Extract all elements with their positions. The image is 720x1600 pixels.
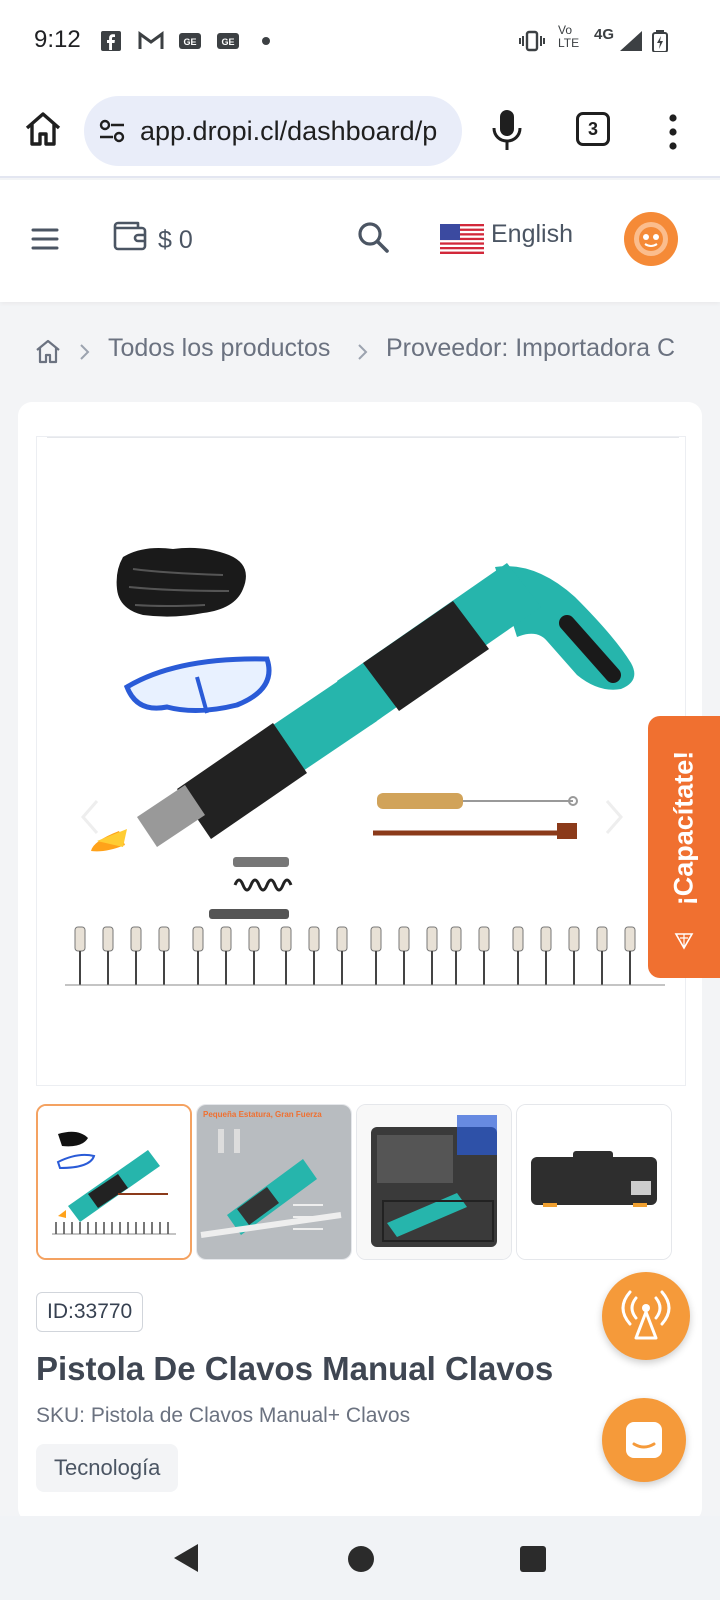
thumbnail-caption: Pequeña Estatura, Gran Fuerza — [203, 1110, 322, 1119]
tabs-icon[interactable]: 3 — [576, 112, 610, 146]
url-bar[interactable]: app.dropi.cl/dashboard/p — [84, 96, 462, 166]
product-card: Pequeña Estatura, Gran Fuerza ID:33770 P… — [18, 402, 702, 1522]
ge-icon: GE — [179, 33, 201, 49]
vibrate-icon — [519, 30, 545, 52]
product-image-carousel[interactable] — [36, 436, 686, 1086]
chevron-right-icon — [80, 344, 90, 360]
capacitate-tab[interactable]: ¡Capacítate! — [648, 716, 720, 978]
gmail-icon — [138, 31, 164, 49]
battery-icon — [652, 30, 668, 52]
mic-icon[interactable] — [490, 108, 524, 152]
breadcrumb-item-products[interactable]: Todos los productos — [108, 334, 330, 363]
avatar-icon — [634, 222, 668, 256]
thumbnail-strip: Pequeña Estatura, Gran Fuerza — [36, 1104, 686, 1260]
thumbnail-1[interactable] — [36, 1104, 192, 1260]
product-sku: SKU: Pistola de Clavos Manual+ Clavos — [36, 1404, 411, 1427]
wallet-icon[interactable] — [112, 218, 148, 252]
network-type: 4G — [594, 26, 615, 43]
more-vert-icon[interactable] — [666, 112, 680, 152]
product-title: Pistola De Clavos Manual Clavos — [36, 1350, 554, 1387]
nav-home-icon[interactable] — [348, 1546, 374, 1572]
svg-text:GE: GE — [221, 37, 234, 47]
breadcrumb: Todos los productos Proveedor: Importado… — [0, 302, 720, 398]
facebook-icon — [101, 31, 121, 51]
thumbnail-image — [357, 1105, 511, 1259]
app-header: $ 0 English — [0, 180, 720, 302]
thumbnail-4[interactable] — [516, 1104, 672, 1260]
menu-icon[interactable] — [30, 224, 60, 254]
chevron-left-icon[interactable] — [79, 797, 101, 837]
breadcrumb-item-provider[interactable]: Proveedor: Importadora C — [386, 334, 675, 363]
signal-icon — [620, 31, 642, 51]
us-flag-icon[interactable] — [440, 224, 484, 254]
status-time: 9:12 — [34, 26, 81, 53]
chevron-right-icon — [358, 344, 368, 360]
wallet-balance[interactable]: $ 0 — [158, 226, 193, 255]
chat-button[interactable] — [602, 1398, 686, 1482]
site-settings-icon[interactable] — [98, 118, 126, 144]
recents-icon[interactable] — [520, 1546, 546, 1572]
url-text[interactable]: app.dropi.cl/dashboard/p — [140, 116, 437, 147]
avatar[interactable] — [624, 212, 678, 266]
thumbnail-image: Pequeña Estatura, Gran Fuerza — [197, 1105, 351, 1259]
browser-toolbar: app.dropi.cl/dashboard/p 3 — [0, 84, 720, 178]
category-badge[interactable]: Tecnología — [36, 1444, 179, 1492]
thumbnail-image — [517, 1105, 671, 1259]
thumbnail-2[interactable]: Pequeña Estatura, Gran Fuerza — [196, 1104, 352, 1260]
ge-icon: GE — [217, 33, 239, 49]
gloves-graphic — [116, 547, 246, 617]
thumbnail-image — [38, 1106, 190, 1258]
language-label[interactable]: English — [491, 220, 573, 249]
chat-icon — [626, 1422, 662, 1458]
product-main-image — [37, 437, 685, 1085]
broadcast-icon — [621, 1290, 671, 1340]
network-indicator: Vo LTE — [558, 23, 580, 50]
chevron-right-icon[interactable] — [603, 797, 625, 837]
system-nav-bar — [0, 1516, 720, 1600]
dot-icon — [262, 37, 270, 45]
back-icon[interactable] — [172, 1542, 200, 1574]
broadcast-button[interactable] — [602, 1272, 690, 1360]
status-bar: 9:12 GE GE Vo LTE 4G — [0, 0, 720, 84]
home-icon[interactable] — [34, 338, 62, 364]
capacitate-label: ¡Capacítate! — [668, 750, 699, 906]
search-icon[interactable] — [356, 220, 390, 254]
home-icon[interactable] — [22, 108, 64, 150]
graduation-icon — [674, 933, 694, 950]
thumbnail-3[interactable] — [356, 1104, 512, 1260]
product-id-badge: ID:33770 — [36, 1292, 144, 1332]
svg-text:GE: GE — [183, 37, 196, 47]
